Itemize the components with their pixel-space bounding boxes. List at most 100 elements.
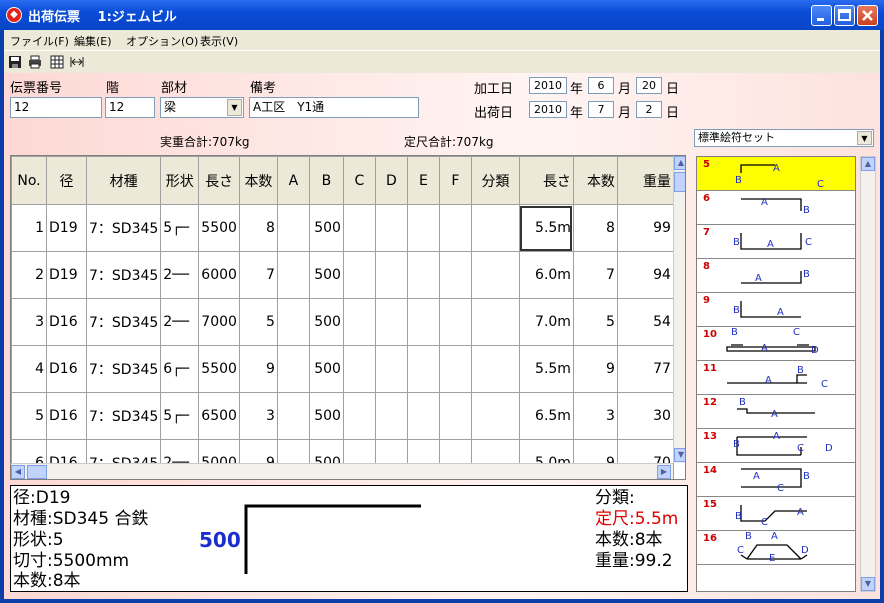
minimize-button[interactable] [811,5,832,26]
grid-cell-fcount[interactable]: 8 [572,204,618,252]
grid-cell-empty[interactable] [406,345,440,393]
grid-cell-empty[interactable] [342,251,376,299]
scroll-right-icon[interactable]: ▶ [657,465,671,479]
grid-icon[interactable] [50,55,64,69]
grid-header-5[interactable]: 本数 [238,156,278,205]
scroll-up-icon[interactable]: ▲ [674,156,685,170]
grid-cell-count[interactable]: 3 [238,392,278,440]
grid-header-4[interactable]: 長さ [198,156,240,205]
maximize-button[interactable] [834,5,855,26]
grid-cell-mat[interactable]: 7：SD345 [85,392,162,440]
grid-cell-fcount[interactable]: 3 [572,392,618,440]
grid-cell-shape[interactable]: 6┌─ [160,345,200,393]
grid-header-15[interactable]: 重量 [616,156,674,205]
remarks-field[interactable]: A工区 Y1通 [249,97,419,118]
table-row[interactable]: 2 D19 7：SD345 2── 6000 7 500 6.0m 7 94 [11,251,674,299]
grid-cell-empty[interactable] [374,392,408,440]
process-month-field[interactable]: 6 [588,77,614,94]
grid-header-9[interactable]: D [374,156,408,205]
grid-cell-empty[interactable] [374,251,408,299]
grid-cell-empty[interactable] [374,204,408,252]
title-bar[interactable]: ◆ 出荷伝票 1:ジェムビル [0,0,884,30]
floor-field[interactable]: 12 [105,97,155,118]
symbol-set-select[interactable]: 標準絵符セット ▼ [694,129,874,147]
column-width-icon[interactable] [70,55,84,69]
save-icon[interactable] [8,55,22,69]
grid-header-8[interactable]: C [342,156,376,205]
shape-palette-item[interactable]: 10 B C A D [697,327,855,361]
grid-cell-len[interactable]: 5500 [198,204,240,252]
grid-header-6[interactable]: A [276,156,310,205]
grid-cell-weight[interactable]: 30 [616,392,674,440]
grid-cell-mat[interactable]: 7：SD345 [85,345,162,393]
grid-header-11[interactable]: F [438,156,472,205]
shape-palette-item[interactable]: 14 A B C [697,463,855,497]
grid-cell-no[interactable]: 4 [11,345,47,393]
grid-cell-len[interactable]: 7000 [198,298,240,346]
grid-cell-fcount[interactable]: 7 [572,251,618,299]
grid-cell-a[interactable] [276,345,310,393]
slip-no-field[interactable]: 12 [10,97,102,118]
member-select[interactable]: 梁 ▼ [160,97,244,118]
grid-cell-dia[interactable]: D19 [46,204,87,252]
grid-cell-count[interactable]: 8 [238,204,278,252]
palette-scrollbar[interactable]: ▲ ▼ [860,156,876,592]
close-button[interactable] [857,5,878,26]
table-row[interactable]: 3 D16 7：SD345 2── 7000 5 500 7.0m 5 54 [11,298,674,346]
grid-header-13[interactable]: 長さ [518,156,574,205]
grid-cell-empty[interactable] [438,251,472,299]
grid-cell-shape[interactable]: 2── [160,298,200,346]
grid-cell-dia[interactable]: D19 [46,251,87,299]
grid-cell-count[interactable]: 5 [238,298,278,346]
grid-cell-b[interactable]: 500 [308,392,344,440]
grid-cell-dia[interactable]: D16 [46,345,87,393]
grid-cell-empty[interactable] [342,298,376,346]
grid-cell-dia[interactable]: D16 [46,298,87,346]
grid-cell-shape[interactable]: 2── [160,251,200,299]
grid-cell-shape[interactable]: 5┌─ [160,204,200,252]
grid-cell-empty[interactable] [470,298,520,346]
grid-header-1[interactable]: 径 [46,156,87,205]
shape-palette-item[interactable]: 5BAC [697,157,855,191]
grid-cell-empty[interactable] [406,392,440,440]
grid-cell-a[interactable] [276,392,310,440]
grid-cell-fcount[interactable]: 9 [572,345,618,393]
grid-cell-a[interactable] [276,298,310,346]
shape-palette-item[interactable]: 7BAC [697,225,855,259]
grid-cell-no[interactable]: 1 [11,204,47,252]
chevron-down-icon[interactable]: ▼ [857,131,872,145]
shape-palette-item[interactable]: 9BA [697,293,855,327]
grid-header-2[interactable]: 材種 [85,156,162,205]
menu-file[interactable]: ファイル(F) [10,33,69,49]
grid-cell-mat[interactable]: 7：SD345 [85,298,162,346]
shape-palette-item[interactable]: 15 B A C [697,497,855,531]
grid-cell-len[interactable]: 5500 [198,345,240,393]
grid-cell-weight[interactable]: 94 [616,251,674,299]
vertical-scrollbar[interactable]: ▲ ▼ [673,156,685,463]
grid-header-10[interactable]: E [406,156,440,205]
grid-cell-flen[interactable]: 5.5m [518,204,574,252]
grid-cell-len[interactable]: 6000 [198,251,240,299]
scroll-left-icon[interactable]: ◀ [11,465,25,479]
grid-cell-flen[interactable]: 7.0m [518,298,574,346]
grid-cell-flen[interactable]: 6.5m [518,392,574,440]
grid-cell-empty[interactable] [342,392,376,440]
grid-header-3[interactable]: 形状 [160,156,200,205]
grid-cell-b[interactable]: 500 [308,298,344,346]
shape-palette-item[interactable]: 8AB [697,259,855,293]
grid-cell-a[interactable] [276,204,310,252]
scroll-up-icon[interactable]: ▲ [861,157,875,171]
shape-palette-item[interactable]: 12 B A [697,395,855,429]
grid-cell-mat[interactable]: 7：SD345 [85,204,162,252]
grid-cell-no[interactable]: 2 [11,251,47,299]
shape-palette-item[interactable]: 11 B A C [697,361,855,395]
grid-header-14[interactable]: 本数 [572,156,618,205]
scroll-thumb[interactable] [674,172,685,192]
grid-cell-empty[interactable] [438,204,472,252]
shape-palette-item[interactable]: 6AB [697,191,855,225]
grid-cell-b[interactable]: 500 [308,251,344,299]
ship-day-field[interactable]: 2 [636,101,662,118]
grid-cell-flen[interactable]: 6.0m [518,251,574,299]
process-day-field[interactable]: 20 [636,77,662,94]
grid-cell-weight[interactable]: 99 [616,204,674,252]
